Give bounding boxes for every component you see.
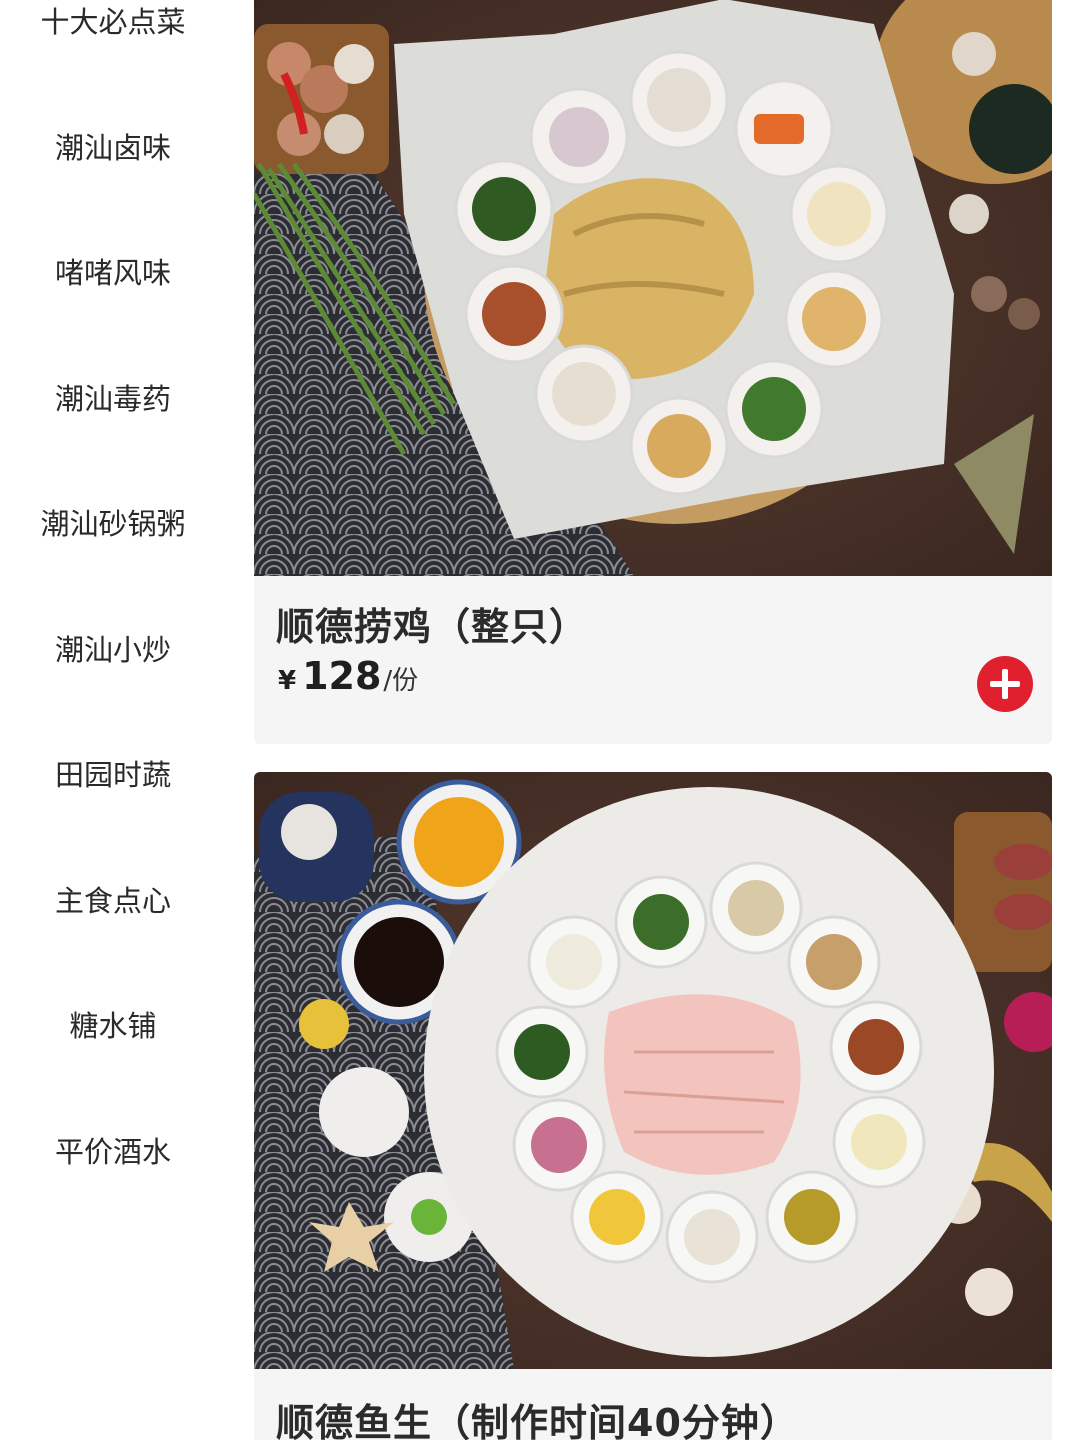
category-item-claypot-congee[interactable]: 潮汕砂锅粥: [0, 492, 226, 552]
price-value: 128: [302, 654, 382, 698]
category-item-drinks[interactable]: 平价酒水: [0, 1120, 226, 1180]
price-currency: ¥: [278, 666, 297, 696]
category-item-top-dishes[interactable]: 十大必点菜: [0, 0, 226, 50]
product-title: 顺德鱼生（制作时间40分钟）: [276, 1401, 799, 1440]
product-list: 顺德捞鸡（整只） ¥ 128 /份 顺德鱼生（制作时间40分钟）: [254, 0, 1052, 1440]
menu-page: 十大必点菜 潮汕卤味 啫啫风味 潮汕毒药 潮汕砂锅粥 潮汕小炒 田园时蔬 主食点…: [0, 0, 1080, 1440]
category-item-desserts[interactable]: 糖水铺: [0, 994, 226, 1054]
category-item-chaoshan-braised[interactable]: 潮汕卤味: [0, 116, 226, 176]
product-card[interactable]: 顺德捞鸡（整只） ¥ 128 /份: [254, 0, 1052, 744]
category-item-stir-fry[interactable]: 潮汕小炒: [0, 618, 226, 678]
category-item-vegetables[interactable]: 田园时蔬: [0, 743, 226, 803]
price: ¥ 128 /份: [278, 654, 418, 698]
product-card[interactable]: 顺德鱼生（制作时间40分钟）: [254, 772, 1052, 1440]
category-item-staples[interactable]: 主食点心: [0, 869, 226, 929]
price-unit: /份: [383, 666, 419, 696]
product-title: 顺德捞鸡（整只）: [276, 605, 589, 649]
category-sidebar: 十大必点菜 潮汕卤味 啫啫风味 潮汕毒药 潮汕砂锅粥 潮汕小炒 田园时蔬 主食点…: [0, 0, 226, 1440]
raw-fish-platter-photo-icon[interactable]: [254, 772, 1052, 1369]
chicken-platter-photo-icon[interactable]: [254, 0, 1052, 576]
category-item-sizzling[interactable]: 啫啫风味: [0, 241, 226, 301]
add-to-cart-icon[interactable]: [977, 656, 1033, 712]
category-item-chaoshan-poison[interactable]: 潮汕毒药: [0, 367, 226, 427]
